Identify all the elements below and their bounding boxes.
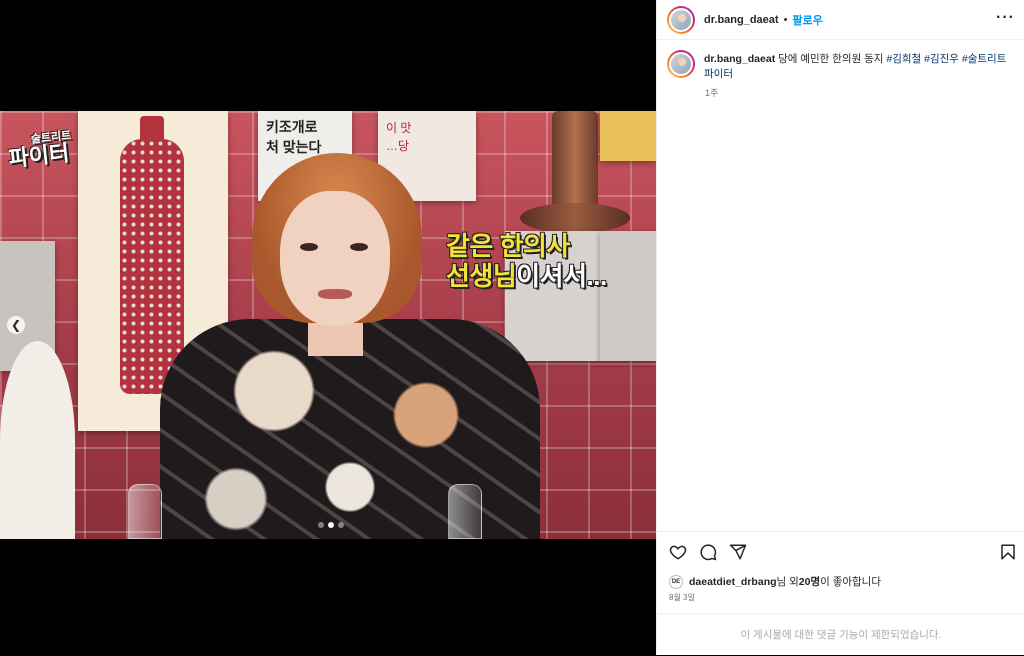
paper-plane-icon[interactable]	[729, 543, 747, 561]
carousel-prev-button[interactable]: ❮	[7, 316, 25, 334]
person-center	[150, 151, 550, 539]
liker-avatar[interactable]: DE	[669, 574, 683, 589]
post-media: 키조개로 처 맞는다 이 맛 …당 술트리트 파이터 같은 한의사 선생님이셔서…	[0, 0, 656, 655]
comments-disabled-notice: 이 게시물에 대한 댓글 기능이 제한되었습니다.	[657, 613, 1024, 655]
post-date[interactable]: 8월 3일	[669, 592, 695, 603]
carousel-dot	[318, 522, 324, 528]
food-poster	[600, 231, 656, 361]
video-subtitle: 같은 한의사 선생님이셔서...	[446, 231, 607, 291]
avatar[interactable]	[667, 50, 695, 78]
comment-bubble-icon[interactable]	[699, 543, 717, 561]
instagram-post: 키조개로 처 맞는다 이 맛 …당 술트리트 파이터 같은 한의사 선생님이셔서…	[0, 0, 1024, 655]
caption: dr.bang_daeat 당에 예민한 한의원 동지 #김희철 #김진우 #술…	[667, 50, 1017, 82]
show-logo: 술트리트 파이터	[7, 129, 72, 172]
person-left-edge	[0, 341, 75, 539]
hashtag-link[interactable]: #김진우	[924, 53, 959, 65]
action-bar	[657, 531, 1024, 571]
hashtag-link[interactable]: #김희철	[886, 53, 921, 65]
author-username[interactable]: dr.bang_daeat	[704, 14, 779, 26]
caption-text: 당에 예민한 한의원 동지	[775, 53, 887, 65]
bookmark-icon[interactable]	[999, 543, 1017, 561]
carousel-dots	[318, 522, 344, 528]
heart-icon[interactable]	[669, 543, 687, 561]
post-side-panel: dr.bang_daeat • 팔로우 ··· dr.bang_daeat 당에…	[656, 0, 1024, 655]
face	[280, 191, 390, 326]
bottle	[448, 484, 482, 539]
video-frame[interactable]: 키조개로 처 맞는다 이 맛 …당 술트리트 파이터 같은 한의사 선생님이셔서…	[0, 111, 656, 539]
liker-username[interactable]: daeatdiet_drbang	[689, 576, 777, 588]
bottle	[128, 484, 162, 539]
post-age[interactable]: 1주	[705, 86, 718, 99]
caption-username[interactable]: dr.bang_daeat	[704, 53, 775, 65]
more-options-icon[interactable]: ···	[996, 10, 1015, 26]
post-header: dr.bang_daeat • 팔로우 ···	[657, 0, 1024, 40]
carousel-dot	[338, 522, 344, 528]
likes-count[interactable]: 20명	[799, 574, 820, 589]
chevron-left-icon: ❮	[10, 318, 22, 332]
follow-button[interactable]: 팔로우	[792, 12, 822, 28]
carousel-dot-active	[328, 522, 334, 528]
avatar[interactable]	[667, 5, 695, 34]
sign-poster	[600, 111, 656, 161]
likes-summary: DE daeatdiet_drbang 님 외 20명 이 좋아합니다	[669, 574, 881, 589]
